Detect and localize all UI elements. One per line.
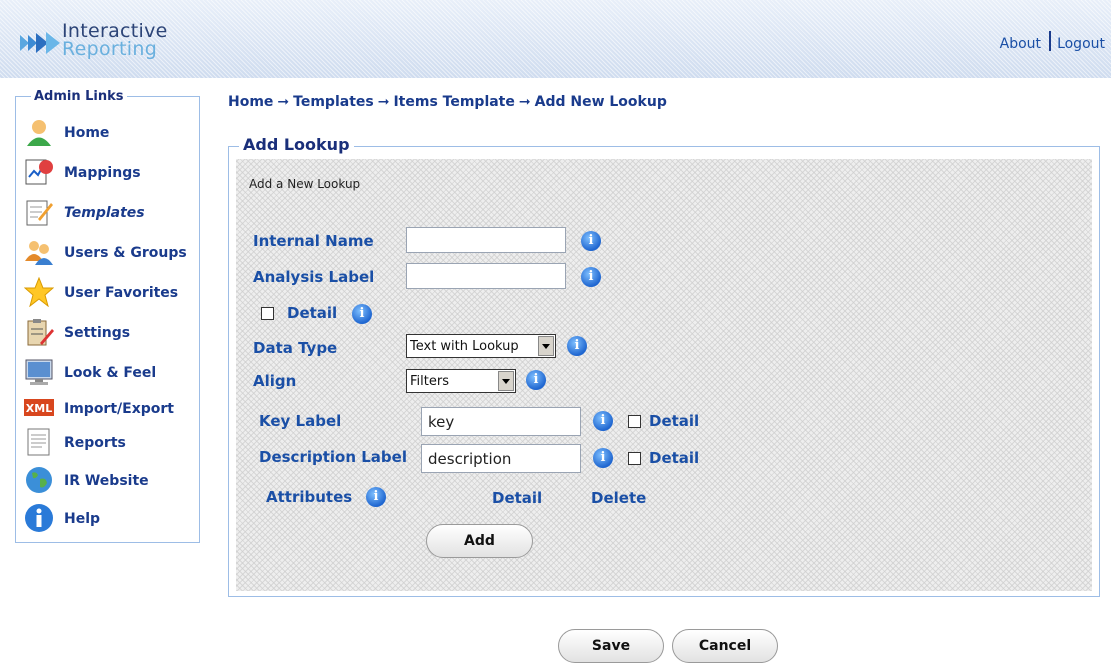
star-icon: [24, 277, 54, 307]
breadcrumb-arrow: ➞: [377, 94, 390, 110]
breadcrumb-templates[interactable]: Templates: [293, 94, 374, 110]
analysis-label-input[interactable]: [406, 263, 566, 289]
delete-column-header: Delete: [591, 489, 647, 507]
mappings-icon: [25, 159, 53, 185]
save-button[interactable]: Save: [558, 629, 664, 663]
key-detail-label: Detail: [649, 412, 700, 430]
description-label-label: Description Label: [259, 448, 407, 466]
sidebar-item-label: Reports: [64, 435, 126, 451]
sidebar-item-ir-website[interactable]: IR Website: [24, 465, 199, 499]
templates-icon: [26, 200, 53, 226]
sidebar-item-home[interactable]: Home: [24, 117, 199, 151]
sidebar-item-mappings[interactable]: Mappings: [24, 157, 199, 191]
data-type-select[interactable]: Text with Lookup: [406, 334, 556, 358]
report-icon: [27, 428, 50, 456]
sidebar-item-label: Settings: [64, 325, 131, 341]
svg-text:XML: XML: [26, 402, 52, 415]
breadcrumb: Home ➞ Templates ➞ Items Template ➞ Add New Lo…: [228, 94, 667, 110]
data-type-label: Data Type: [253, 339, 338, 357]
description-detail-checkbox[interactable]: [628, 452, 641, 465]
users-icon: [25, 241, 53, 265]
panel-title: Add Lookup: [239, 135, 354, 154]
chevron-down-icon: [538, 336, 554, 356]
logo-arrows-icon: [20, 32, 60, 54]
sidebar-item-users-groups[interactable]: Users & Groups: [24, 237, 199, 271]
breadcrumb-arrow: ➞: [277, 94, 290, 110]
description-detail-label: Detail: [649, 449, 700, 467]
sidebar-item-user-favorites[interactable]: User Favorites: [24, 277, 199, 311]
sidebar-item-help[interactable]: Help: [24, 503, 199, 537]
sidebar-item-label: Home: [64, 125, 110, 141]
sidebar-item-label: Look & Feel: [64, 365, 157, 381]
header-bar: Interactive Reporting About Logout: [0, 0, 1111, 78]
info-icon: [25, 504, 53, 532]
align-select[interactable]: Filters: [406, 369, 516, 393]
sidebar-item-label: Templates: [64, 205, 145, 221]
settings-icon: [27, 319, 54, 346]
info-icon[interactable]: i: [526, 370, 546, 390]
detail-label: Detail: [287, 304, 338, 322]
key-label-input[interactable]: [421, 407, 581, 436]
sidebar-item-label: Mappings: [64, 165, 141, 181]
internal-name-label: Internal Name: [253, 232, 374, 250]
sidebar-item-templates[interactable]: Templates: [24, 197, 199, 231]
about-link[interactable]: About: [1000, 36, 1041, 52]
chevron-down-icon: [498, 371, 514, 391]
form-area: Add a New Lookup Internal Name i Analysi…: [236, 159, 1092, 591]
xml-icon: XML: [24, 399, 54, 416]
sidebar-item-label: Import/Export: [64, 401, 174, 417]
info-icon[interactable]: i: [593, 448, 613, 468]
panel-subtitle: Add a New Lookup: [249, 177, 361, 191]
internal-name-input[interactable]: [406, 227, 566, 253]
detail-column-header: Detail: [492, 489, 543, 507]
breadcrumb-arrow: ➞: [518, 94, 531, 110]
sidebar-item-settings[interactable]: Settings: [24, 317, 199, 351]
admin-links-sidebar: Admin Links Home Mappings Templates User…: [15, 89, 200, 543]
link-divider: [1049, 31, 1052, 51]
add-lookup-panel: Add Lookup Add a New Lookup Internal Nam…: [228, 135, 1100, 597]
data-type-value: Text with Lookup: [410, 339, 519, 354]
align-value: Filters: [410, 374, 449, 389]
sidebar-item-label: Users & Groups: [64, 245, 187, 261]
key-detail-checkbox[interactable]: [628, 415, 641, 428]
globe-icon: [26, 467, 52, 493]
analysis-label-label: Analysis Label: [253, 268, 375, 286]
sidebar-item-import-export[interactable]: XML Import/Export: [24, 393, 199, 427]
breadcrumb-items-template[interactable]: Items Template: [393, 94, 514, 110]
user-icon: [27, 120, 51, 146]
cancel-button[interactable]: Cancel: [672, 629, 778, 663]
logout-link[interactable]: Logout: [1057, 36, 1105, 52]
sidebar-item-look-feel[interactable]: Look & Feel: [24, 357, 199, 391]
sidebar-item-label: Help: [64, 511, 101, 527]
key-label-label: Key Label: [259, 412, 342, 430]
sidebar-item-label: User Favorites: [64, 285, 179, 301]
info-icon[interactable]: i: [366, 487, 386, 507]
info-icon[interactable]: i: [581, 267, 601, 287]
attributes-label: Attributes: [266, 488, 353, 506]
add-attribute-button[interactable]: Add: [426, 524, 533, 558]
info-icon[interactable]: i: [593, 411, 613, 431]
logo-text-reporting: Reporting: [62, 38, 158, 60]
info-icon[interactable]: i: [352, 304, 372, 324]
app-logo[interactable]: Interactive Reporting: [20, 18, 180, 62]
description-label-input[interactable]: [421, 444, 581, 473]
info-icon[interactable]: i: [567, 336, 587, 356]
sidebar-title: Admin Links: [31, 89, 127, 104]
info-icon[interactable]: i: [581, 231, 601, 251]
breadcrumb-home[interactable]: Home: [228, 94, 273, 110]
sidebar-item-reports[interactable]: Reports: [24, 427, 199, 461]
breadcrumb-current: Add New Lookup: [534, 94, 667, 110]
align-label: Align: [253, 372, 297, 390]
detail-checkbox[interactable]: [261, 307, 274, 320]
monitor-icon: [25, 359, 53, 385]
top-links: About Logout: [1000, 31, 1105, 52]
sidebar-item-label: IR Website: [64, 473, 149, 489]
